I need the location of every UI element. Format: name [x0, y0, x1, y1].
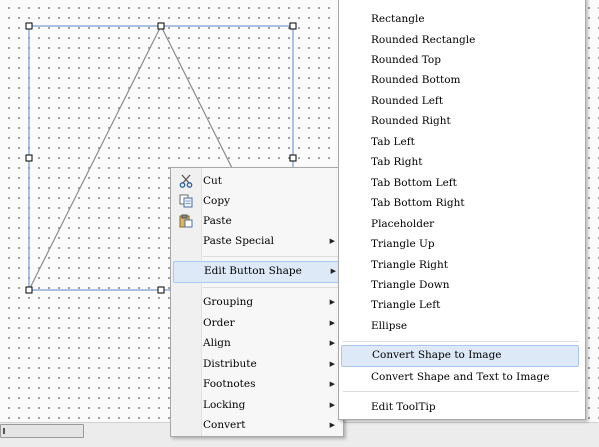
menu-item-label: Distribute	[203, 358, 257, 370]
menu-item-label: Rounded Bottom	[371, 74, 461, 86]
submenu-item-convert-shape-to-image[interactable]: Convert Shape to Image	[341, 345, 579, 367]
submenu-arrow-icon: ▶	[329, 339, 335, 347]
menu-item-label: Align	[203, 337, 231, 349]
scissors-icon	[179, 174, 193, 188]
menu-item-label: Tab Bottom Right	[371, 197, 465, 209]
menu-item-label: Rectangle	[371, 13, 425, 25]
resize-handle[interactable]	[25, 286, 33, 294]
paste-icon	[179, 214, 193, 228]
menu-item-distribute[interactable]: Distribute ▶	[173, 354, 341, 374]
submenu-item-rounded-bottom[interactable]: Rounded Bottom	[341, 70, 581, 90]
submenu-arrow-icon: ▶	[329, 380, 335, 388]
menu-item-edit-button-shape[interactable]: Edit Button Shape ▶	[173, 261, 343, 283]
menu-item-label: Placeholder	[371, 218, 435, 230]
submenu-item-tab-left[interactable]: Tab Left	[341, 132, 581, 152]
submenu-arrow-icon: ▶	[329, 360, 335, 368]
edit-button-shape-submenu: Rectangle Rounded Rectangle Rounded Top …	[338, 0, 586, 420]
menu-separator	[343, 391, 579, 392]
submenu-arrow-icon: ▶	[330, 267, 336, 275]
submenu-item-placeholder[interactable]: Placeholder	[341, 214, 581, 234]
resize-handle[interactable]	[25, 154, 33, 162]
menu-item-copy[interactable]: Copy	[173, 191, 341, 211]
submenu-item-triangle-up[interactable]: Triangle Up	[341, 234, 581, 254]
submenu-item-rectangle[interactable]: Rectangle	[341, 9, 581, 29]
menu-item-label: Rounded Rectangle	[371, 34, 476, 46]
submenu-item-rounded-right[interactable]: Rounded Right	[341, 111, 581, 131]
context-menu: Cut Copy Paste Paste Special ▶ Edit Butt…	[170, 167, 344, 437]
submenu-item-tab-right[interactable]: Tab Right	[341, 152, 581, 172]
menu-separator	[203, 287, 339, 288]
menu-item-label: Convert Shape to Image	[372, 349, 502, 361]
submenu-item-tab-bottom-right[interactable]: Tab Bottom Right	[341, 193, 581, 213]
menu-item-label: Rounded Top	[371, 54, 441, 66]
submenu-arrow-icon: ▶	[329, 421, 335, 429]
submenu-item-triangle-right[interactable]: Triangle Right	[341, 255, 581, 275]
menu-item-label: Triangle Left	[371, 299, 441, 311]
submenu-item-rounded-top[interactable]: Rounded Top	[341, 50, 581, 70]
menu-item-label: Convert	[203, 419, 246, 431]
menu-item-label: Copy	[203, 195, 231, 207]
menu-item-label: Triangle Up	[371, 238, 435, 250]
menu-item-label: Triangle Down	[371, 279, 450, 291]
horizontal-scrollbar[interactable]	[0, 424, 84, 438]
menu-item-label: Paste Special	[203, 235, 274, 247]
menu-item-paste-special[interactable]: Paste Special ▶	[173, 231, 341, 251]
menu-item-label: Tab Left	[371, 136, 415, 148]
menu-item-label: Tab Right	[371, 156, 423, 168]
menu-item-label: Rounded Left	[371, 95, 444, 107]
submenu-item-ellipse[interactable]: Ellipse	[341, 316, 581, 336]
submenu-arrow-icon: ▶	[329, 237, 335, 245]
menu-item-convert[interactable]: Convert ▶	[173, 415, 341, 435]
menu-item-align[interactable]: Align ▶	[173, 333, 341, 353]
scrollbar-grip[interactable]	[3, 428, 5, 434]
menu-item-label: Cut	[203, 175, 223, 187]
menu-item-label: Ellipse	[371, 320, 408, 332]
menu-item-label: Edit Button Shape	[204, 265, 302, 277]
copy-icon	[179, 194, 193, 208]
submenu-arrow-icon: ▶	[329, 298, 335, 306]
submenu-arrow-icon: ▶	[329, 319, 335, 327]
menu-item-label: Convert Shape and Text to Image	[371, 371, 550, 383]
menu-item-label: Footnotes	[203, 378, 256, 390]
menu-item-cut[interactable]: Cut	[173, 171, 341, 191]
menu-item-label: Paste	[203, 215, 232, 227]
submenu-arrow-icon: ▶	[329, 401, 335, 409]
menu-separator	[343, 341, 579, 342]
menu-separator	[203, 256, 339, 257]
resize-handle[interactable]	[289, 22, 297, 30]
menu-item-label: Grouping	[203, 296, 254, 308]
menu-item-label: Edit ToolTip	[371, 401, 436, 413]
menu-item-label: Locking	[203, 399, 246, 411]
menu-item-label: Order	[203, 317, 235, 329]
submenu-item-triangle-down[interactable]: Triangle Down	[341, 275, 581, 295]
resize-handle[interactable]	[157, 286, 165, 294]
menu-item-label: Rounded Right	[371, 115, 451, 127]
resize-handle[interactable]	[25, 22, 33, 30]
submenu-item-triangle-left[interactable]: Triangle Left	[341, 295, 581, 315]
submenu-item-rounded-left[interactable]: Rounded Left	[341, 91, 581, 111]
menu-item-grouping[interactable]: Grouping ▶	[173, 292, 341, 312]
resize-handle[interactable]	[289, 154, 297, 162]
menu-item-locking[interactable]: Locking ▶	[173, 395, 341, 415]
menu-item-label: Triangle Right	[371, 259, 449, 271]
submenu-item-tab-bottom-left[interactable]: Tab Bottom Left	[341, 173, 581, 193]
resize-handle[interactable]	[157, 22, 165, 30]
menu-item-paste[interactable]: Paste	[173, 211, 341, 231]
submenu-item-convert-shape-and-text-to-image[interactable]: Convert Shape and Text to Image	[341, 367, 581, 387]
menu-item-order[interactable]: Order ▶	[173, 313, 341, 333]
submenu-item-edit-tooltip[interactable]: Edit ToolTip	[341, 397, 581, 417]
menu-item-footnotes[interactable]: Footnotes ▶	[173, 374, 341, 394]
menu-item-label: Tab Bottom Left	[371, 177, 457, 189]
submenu-item-rounded-rectangle[interactable]: Rounded Rectangle	[341, 30, 581, 50]
